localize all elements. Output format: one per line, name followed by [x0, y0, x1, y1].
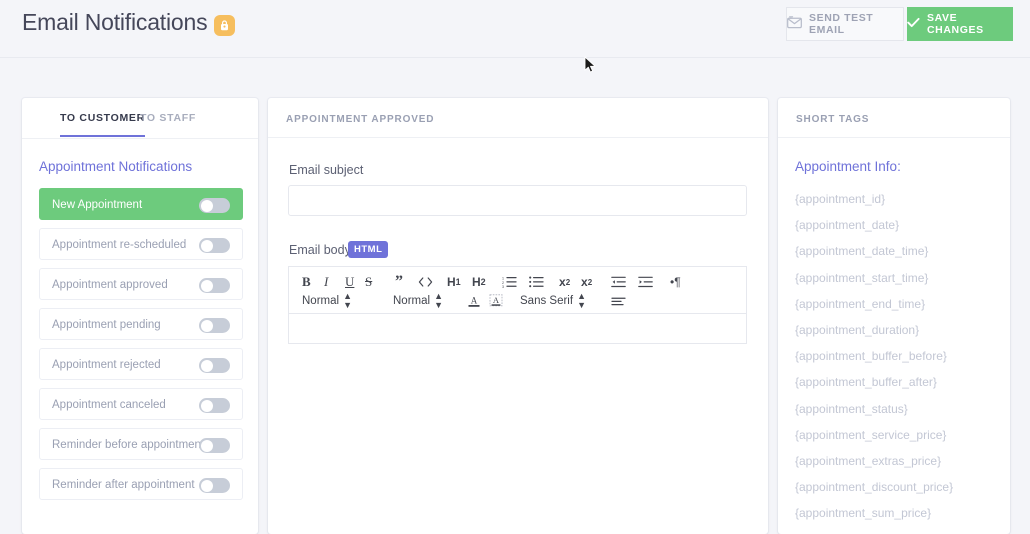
email-editor-title: APPOINTMENT APPROVED — [286, 114, 435, 125]
editor-toolbar: B I U S ” H1 H2 1 2 3 x2 x2 •¶ Normal ▲ … — [288, 266, 747, 313]
strikethrough-icon[interactable]: S — [365, 274, 372, 290]
chevron-updown-icon: ▲ ▼ — [343, 290, 352, 310]
notification-list: New Appointment Appointment re-scheduled… — [39, 188, 243, 508]
bullet-list-icon[interactable] — [529, 274, 544, 290]
heading-2-icon[interactable]: H2 — [472, 274, 486, 290]
envelope-icon — [787, 16, 802, 32]
short-tags-list: {appointment_id} {appointment_date} {app… — [795, 186, 1010, 527]
list-item-label: Reminder before appointment — [52, 439, 205, 451]
code-block-icon[interactable] — [418, 274, 433, 290]
save-changes-label: SAVE CHANGES — [927, 12, 984, 36]
notification-toggle[interactable] — [199, 278, 230, 293]
chevron-updown-icon: ▲ ▼ — [434, 290, 443, 310]
indent-icon[interactable] — [638, 274, 653, 290]
short-tag[interactable]: {appointment_end_time} — [795, 291, 1010, 317]
text-color-icon[interactable]: A — [467, 293, 481, 308]
list-item[interactable]: Reminder after appointment — [39, 468, 243, 500]
short-tag[interactable]: {appointment_service_price} — [795, 422, 1010, 448]
size-select[interactable]: Normal ▲ ▼ — [302, 290, 352, 310]
tab-to-customer[interactable]: TO CUSTOMER — [60, 112, 145, 137]
short-tag[interactable]: {appointment_start_time} — [795, 265, 1010, 291]
mouse-cursor — [584, 56, 597, 79]
short-tag[interactable]: {appointment_buffer_after} — [795, 369, 1010, 395]
short-tag[interactable]: {appointment_status} — [795, 396, 1010, 422]
list-item[interactable]: Appointment re-scheduled — [39, 228, 243, 260]
text-background-icon[interactable]: A — [489, 293, 503, 308]
email-editor-header: APPOINTMENT APPROVED — [268, 98, 768, 138]
italic-icon[interactable]: I — [324, 274, 328, 290]
blockquote-icon[interactable]: ” — [395, 274, 403, 290]
list-item[interactable]: Appointment rejected — [39, 348, 243, 380]
lock-icon — [214, 15, 235, 36]
align-icon[interactable] — [611, 293, 626, 308]
send-test-email-button[interactable]: SEND TEST EMAIL — [786, 7, 904, 41]
short-tags-header: SHORT TAGS — [778, 98, 1010, 138]
short-tag[interactable]: {appointment_discount_price} — [795, 474, 1010, 500]
short-tags-title: SHORT TAGS — [796, 114, 870, 125]
list-item[interactable]: Appointment pending — [39, 308, 243, 340]
svg-text:A: A — [471, 295, 478, 305]
short-tag[interactable]: {appointment_extras_price} — [795, 448, 1010, 474]
underline-icon[interactable]: U — [345, 274, 354, 290]
short-tag[interactable]: {appointment_sum_price} — [795, 500, 1010, 526]
list-item-label: Reminder after appointment — [52, 479, 195, 491]
list-item[interactable]: Reminder before appointment — [39, 428, 243, 460]
notification-toggle[interactable] — [199, 398, 230, 413]
short-tag[interactable]: {appointment_buffer_before} — [795, 343, 1010, 369]
font-select-value: Sans Serif — [520, 294, 574, 307]
list-item-label: Appointment approved — [52, 279, 168, 291]
page-title: Email Notifications — [22, 9, 208, 35]
tab-to-staff[interactable]: TO STAFF — [140, 112, 196, 124]
email-subject-input[interactable] — [288, 185, 747, 216]
page-header: Email Notifications SEND TEST EMAIL SAVE… — [0, 0, 1030, 58]
list-item-label: Appointment rejected — [52, 359, 161, 371]
list-item-label: New Appointment — [52, 199, 143, 211]
notification-toggle[interactable] — [199, 478, 230, 493]
chevron-updown-icon: ▲ ▼ — [577, 290, 586, 310]
notification-toggle[interactable] — [199, 318, 230, 333]
bold-icon[interactable]: B — [302, 274, 311, 290]
list-item-label: Appointment re-scheduled — [52, 239, 187, 251]
html-mode-badge[interactable]: HTML — [348, 241, 389, 258]
save-changes-button[interactable]: SAVE CHANGES — [907, 7, 1013, 41]
ordered-list-icon[interactable]: 1 2 3 — [502, 274, 517, 290]
header-select[interactable]: Normal ▲ ▼ — [393, 290, 443, 310]
list-item[interactable]: New Appointment — [39, 188, 243, 220]
text-direction-icon[interactable]: •¶ — [670, 274, 681, 290]
list-item[interactable]: Appointment approved — [39, 268, 243, 300]
email-body-editor[interactable] — [288, 313, 747, 344]
heading-1-icon[interactable]: H1 — [447, 274, 461, 290]
short-tag[interactable]: {appointment_id} — [795, 186, 1010, 212]
notification-toggle[interactable] — [199, 238, 230, 253]
short-tags-group-heading: Appointment Info: — [795, 159, 901, 174]
list-item-label: Appointment canceled — [52, 399, 166, 411]
outdent-icon[interactable] — [611, 274, 626, 290]
font-select[interactable]: Sans Serif ▲ ▼ — [520, 290, 586, 310]
header-select-value: Normal — [393, 294, 431, 307]
short-tag[interactable]: {appointment_date_time} — [795, 238, 1010, 264]
email-subject-label: Email subject — [289, 163, 364, 177]
short-tag[interactable]: {appointment_duration} — [795, 317, 1010, 343]
notification-toggle[interactable] — [199, 198, 230, 213]
size-select-value: Normal — [302, 294, 340, 307]
notification-toggle[interactable] — [199, 438, 230, 453]
subscript-icon[interactable]: x2 — [559, 274, 570, 290]
check-icon — [907, 17, 920, 31]
send-test-email-label: SEND TEST EMAIL — [809, 12, 874, 36]
panel-tabs: TO CUSTOMER TO STAFF — [22, 98, 258, 139]
svg-text:3: 3 — [502, 285, 504, 288]
superscript-icon[interactable]: x2 — [581, 274, 592, 290]
email-body-label: Email body — [289, 243, 351, 257]
short-tag[interactable]: {appointment_date} — [795, 212, 1010, 238]
svg-text:A: A — [493, 295, 500, 305]
list-item-label: Appointment pending — [52, 319, 161, 331]
notification-toggle[interactable] — [199, 358, 230, 373]
list-item[interactable]: Appointment canceled — [39, 388, 243, 420]
section-heading-appointment-notifications: Appointment Notifications — [39, 159, 193, 174]
